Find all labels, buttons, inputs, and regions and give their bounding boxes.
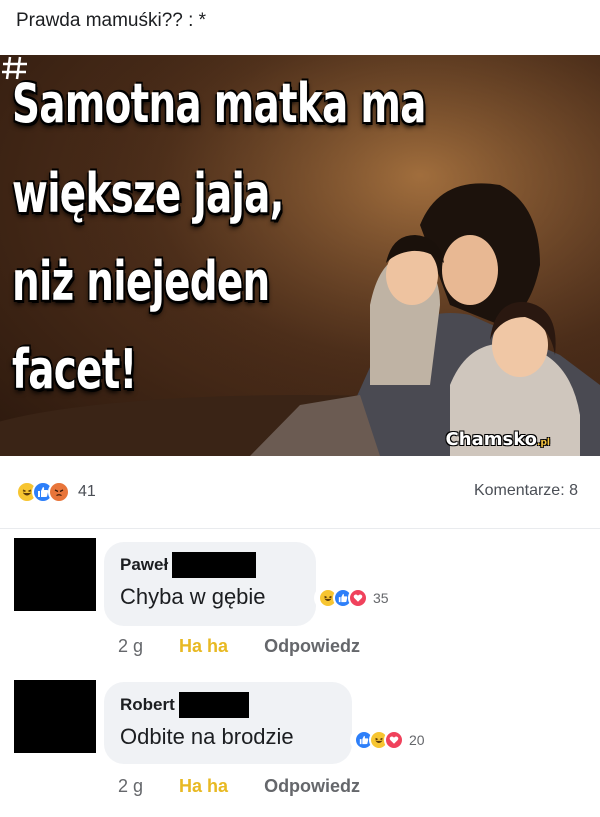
post-reactions[interactable]: 41 xyxy=(16,478,96,506)
comment-text: Odbite na brodzie xyxy=(120,724,294,749)
avatar[interactable] xyxy=(14,538,96,611)
love-icon xyxy=(384,730,404,750)
reaction-count: 20 xyxy=(409,732,425,748)
angry-icon xyxy=(48,481,70,503)
reaction-count: 41 xyxy=(78,483,96,500)
meme-line-2: większe jaja, xyxy=(12,162,284,225)
comment-actions: 2 g Ha ha Odpowiedz xyxy=(118,776,360,797)
avatar[interactable] xyxy=(14,680,96,753)
comments-count-link[interactable]: Komentarze: 8 xyxy=(474,482,578,500)
comment-bubble: Robert Odbite na brodzie xyxy=(104,682,352,764)
divider xyxy=(0,528,600,529)
meme-line-3: niż niejeden xyxy=(12,250,270,313)
post-image[interactable]: Samotna matka ma większe jaja, niż nieje… xyxy=(0,55,600,456)
comment-text: Chyba w gębie xyxy=(120,584,266,609)
redaction-bar xyxy=(172,552,257,578)
love-icon xyxy=(348,588,368,608)
reply-link[interactable]: Odpowiedz xyxy=(264,776,360,797)
timestamp[interactable]: 2 g xyxy=(118,636,143,657)
timestamp[interactable]: 2 g xyxy=(118,776,143,797)
haha-reaction-link[interactable]: Ha ha xyxy=(179,776,228,797)
comment-reactions[interactable]: 20 xyxy=(350,728,431,752)
comment-author[interactable]: Robert xyxy=(120,692,336,718)
comment-author[interactable]: Paweł xyxy=(120,552,300,578)
reaction-count: 35 xyxy=(373,590,389,606)
reply-link[interactable]: Odpowiedz xyxy=(264,636,360,657)
meme-line-1: Samotna matka ma xyxy=(12,72,426,135)
post-text: Prawda mamuśki?? : * xyxy=(16,10,207,31)
meme-line-4: facet! xyxy=(12,338,137,401)
comment-reactions[interactable]: 35 xyxy=(314,586,395,610)
hashtag-icon xyxy=(2,56,27,80)
redaction-bar xyxy=(178,692,249,718)
comment-bubble: Paweł Chyba w gębie xyxy=(104,542,316,626)
haha-reaction-link[interactable]: Ha ha xyxy=(179,636,228,657)
comment-actions: 2 g Ha ha Odpowiedz xyxy=(118,636,360,657)
watermark: Chamsko.pl xyxy=(445,429,550,450)
